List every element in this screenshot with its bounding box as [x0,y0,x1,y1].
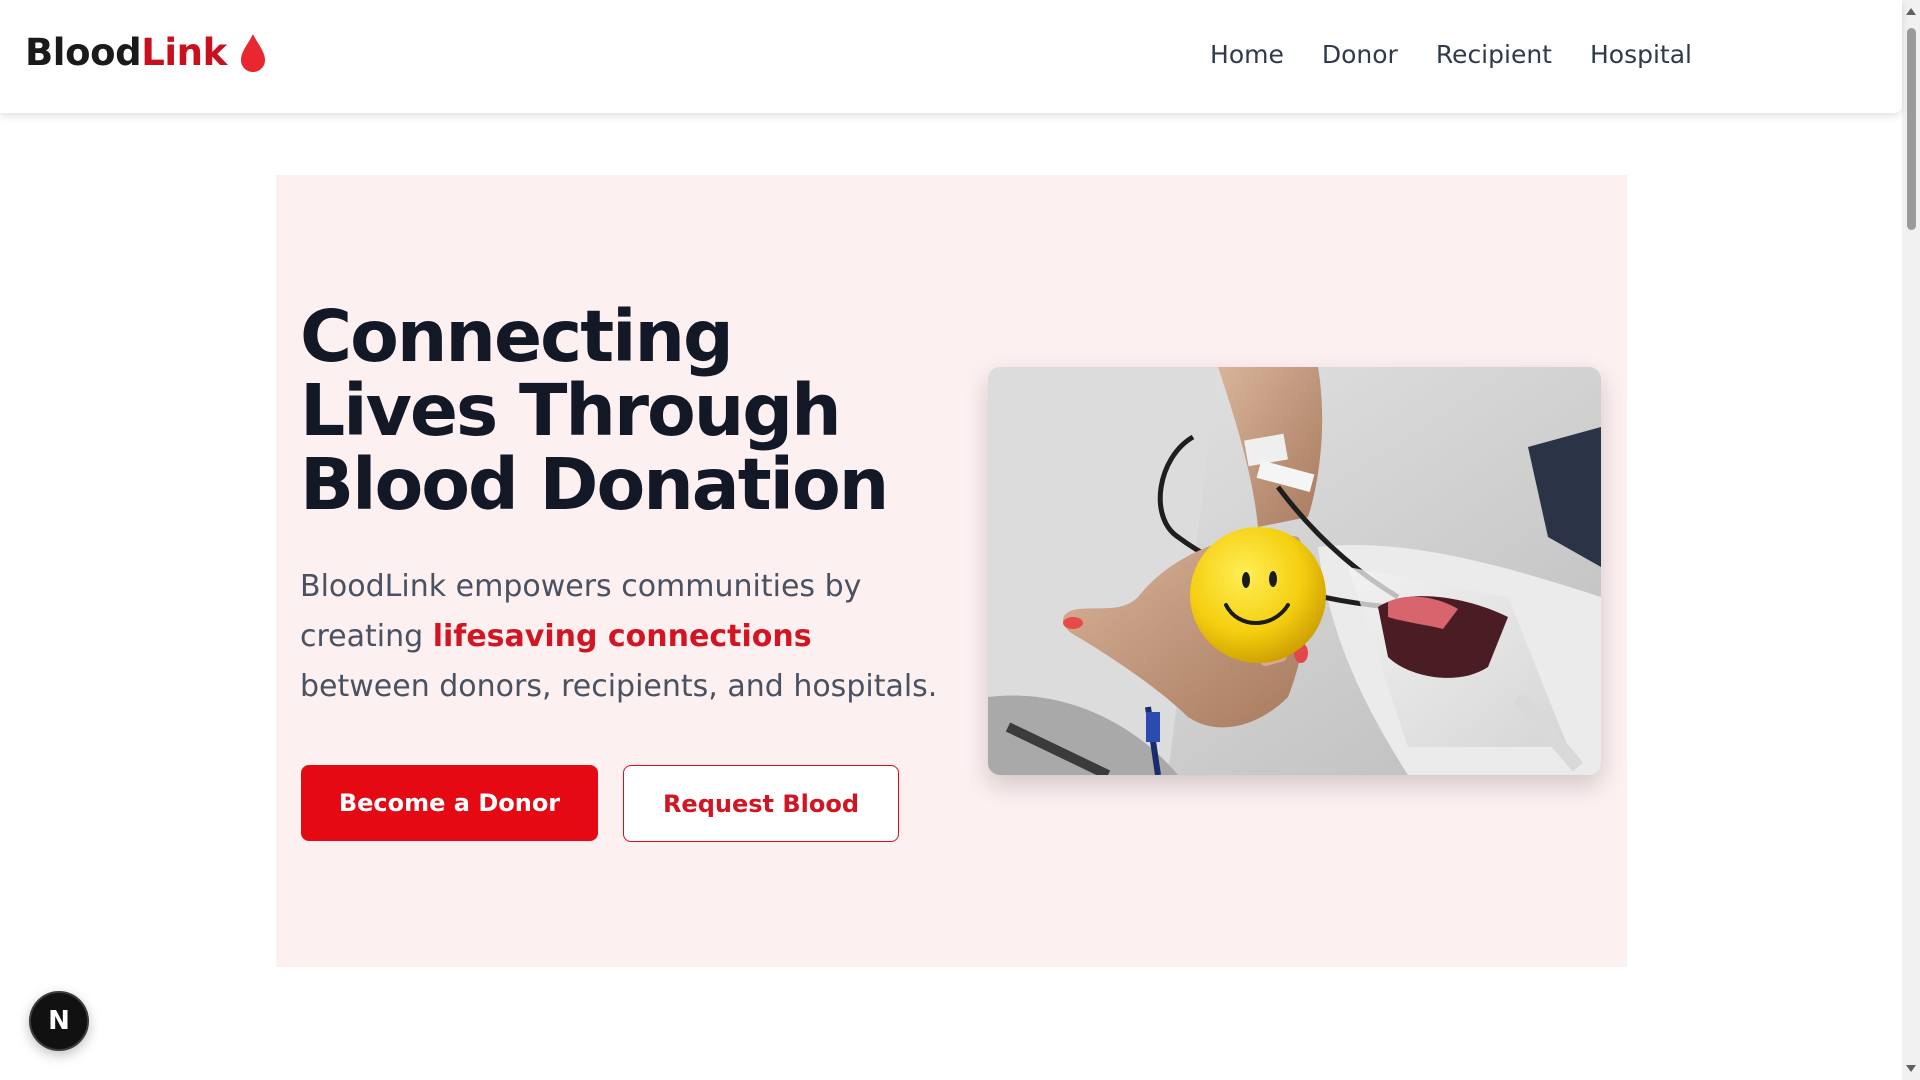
hero-desc-highlight: lifesaving connections [432,619,812,654]
hero-desc-text-end: between donors, recipients, and hospital… [300,669,938,704]
blood-donation-photo [988,367,1601,775]
hero-description: BloodLink empowers communities by creati… [300,562,940,712]
brand-name-part2: Link [141,31,227,74]
main-nav: Home Donor Recipient Hospital [1210,40,1692,69]
request-blood-button[interactable]: Request Blood [623,765,899,842]
become-donor-button[interactable]: Become a Donor [301,765,598,841]
hero-title: Connecting Lives Through Blood Donation [300,295,889,526]
nextjs-dev-indicator[interactable]: N [29,991,89,1051]
nav-donor-link[interactable]: Donor [1322,40,1398,69]
navbar: Blood Link Home Donor Recipient Hospital [0,0,1902,113]
hero-image [988,367,1601,775]
nav-recipient-link[interactable]: Recipient [1436,40,1552,69]
vertical-scrollbar[interactable] [1902,0,1920,1080]
scroll-up-arrow-icon[interactable] [1906,8,1916,15]
scrollbar-thumb[interactable] [1907,28,1916,230]
blood-drop-icon [239,33,267,73]
nav-hospital-link[interactable]: Hospital [1590,40,1692,69]
hero-section: Connecting Lives Through Blood Donation … [276,175,1627,967]
nav-home-link[interactable]: Home [1210,40,1284,69]
brand-name-part1: Blood [25,31,142,74]
brand-logo[interactable]: Blood Link [25,31,267,74]
page: Blood Link Home Donor Recipient Hospital … [0,0,1920,1080]
scroll-down-arrow-icon[interactable] [1906,1065,1916,1072]
